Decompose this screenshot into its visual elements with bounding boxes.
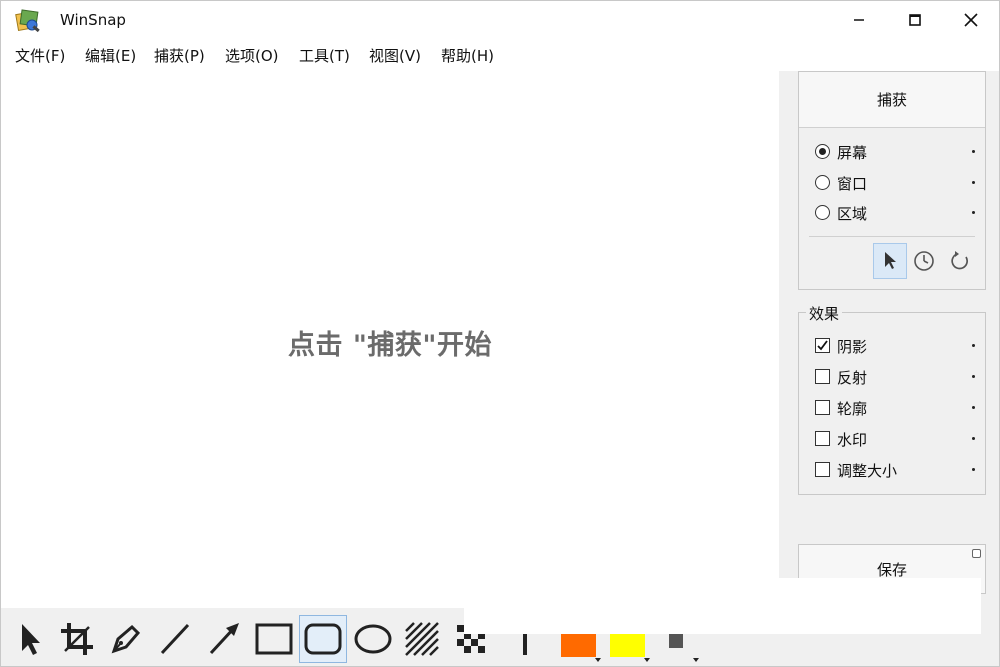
effect-resize[interactable]: 调整大小 [815,459,975,481]
more-dot-icon[interactable] [972,468,975,471]
blank-overlay [464,578,981,634]
chevron-down-icon[interactable] [693,658,699,662]
repeat-icon [951,251,969,270]
more-dot-icon[interactable] [972,181,975,184]
menu-tools[interactable]: 工具(T) [299,45,350,66]
effect-watermark[interactable]: 水印 [815,428,975,450]
pen-tool-button[interactable] [102,615,150,663]
menu-help[interactable]: 帮助(H) [441,45,494,66]
line-width-swatch[interactable] [669,634,683,648]
line-icon [160,623,190,655]
rectangle-icon [255,623,293,655]
delay-timer-button[interactable] [907,243,941,279]
more-dot-icon[interactable] [972,437,975,440]
resize-checkbox[interactable] [815,462,830,477]
menu-options[interactable]: 选项(O) [225,45,279,66]
effect-label: 反射 [837,369,868,387]
more-dot-icon[interactable] [972,344,975,347]
crop-icon [61,623,93,655]
shadow-checkbox[interactable] [815,338,830,353]
auto-save-toggle-icon[interactable] [972,549,981,558]
checkmark-icon [817,340,828,351]
hatch-icon [405,622,439,656]
capture-canvas[interactable]: 点击 "捕获"开始 [1,71,779,608]
radio-window[interactable] [815,175,830,190]
capture-button[interactable]: 捕获 [799,72,985,128]
effect-reflection[interactable]: 反射 [815,366,975,388]
watermark-checkbox[interactable] [815,431,830,446]
more-dot-icon[interactable] [972,150,975,153]
capture-mode-label: 窗口 [837,175,868,193]
ellipse-tool-button[interactable] [349,615,397,663]
capture-button-label: 捕获 [876,91,907,109]
effect-label: 阴影 [837,338,868,356]
minimize-button[interactable] [831,1,887,39]
pen-icon [111,624,141,654]
effect-label: 轮廓 [837,400,868,418]
repeat-capture-button[interactable] [943,243,977,279]
effect-label: 调整大小 [837,462,898,480]
minimize-icon [854,19,864,21]
more-dot-icon[interactable] [972,211,975,214]
arrow-tool-button[interactable] [200,615,248,663]
rounded-rectangle-tool-button[interactable] [299,615,347,663]
effect-shadow[interactable]: 阴影 [815,335,975,357]
menu-edit[interactable]: 编辑(E) [85,45,136,66]
outline-checkbox[interactable] [815,400,830,415]
rectangle-tool-button[interactable] [250,615,298,663]
capture-mode-label: 屏幕 [837,144,868,162]
more-dot-icon[interactable] [972,406,975,409]
capture-mode-window[interactable]: 窗口 [815,172,975,194]
arrow-icon [209,623,239,655]
close-icon [964,13,978,27]
include-cursor-button[interactable] [873,243,907,279]
more-dot-icon[interactable] [972,375,975,378]
menu-bar: 文件(F) 编辑(E) 捕获(P) 选项(O) 工具(T) 视图(V) 帮助(H… [1,39,999,71]
menu-capture[interactable]: 捕获(P) [154,45,205,66]
capture-panel: 捕获 屏幕 窗口 区域 [798,71,986,290]
select-icon [22,624,40,655]
pointer-icon [885,252,896,269]
radio-screen[interactable] [815,144,830,159]
radio-region[interactable] [815,205,830,220]
effects-group-title: 效果 [806,303,843,324]
line-tool-button[interactable] [151,615,199,663]
effect-outline[interactable]: 轮廓 [815,397,975,419]
app-logo-icon [15,9,41,33]
timer-icon [914,251,934,271]
select-tool-button[interactable] [5,615,53,663]
divider [809,236,975,237]
title-bar: WinSnap [1,1,999,39]
menu-file[interactable]: 文件(F) [15,45,65,66]
menu-view[interactable]: 视图(V) [369,45,421,66]
save-button-label: 保存 [876,560,907,579]
ellipse-icon [354,624,392,654]
rounded-rectangle-icon [304,623,342,655]
maximize-icon [909,14,921,26]
maximize-button[interactable] [887,1,943,39]
chevron-down-icon[interactable] [644,658,650,662]
chevron-down-icon[interactable] [595,658,601,662]
capture-mode-region[interactable]: 区域 [815,202,975,224]
effects-panel: 阴影 反射 轮廓 水印 调整大小 [798,312,986,495]
capture-mode-label: 区域 [837,205,868,223]
capture-mode-screen[interactable]: 屏幕 [815,141,975,163]
start-hint: 点击 "捕获"开始 [287,330,493,361]
reflection-checkbox[interactable] [815,369,830,384]
highlight-tool-button[interactable] [398,615,446,663]
close-button[interactable] [943,1,999,39]
winsnap-window: WinSnap 文件(F) 编辑(E) 捕获(P) 选项(O) 工具(T) 视图… [0,0,1000,667]
crop-tool-button[interactable] [53,615,101,663]
effect-label: 水印 [837,431,868,449]
window-title: WinSnap [60,11,126,29]
